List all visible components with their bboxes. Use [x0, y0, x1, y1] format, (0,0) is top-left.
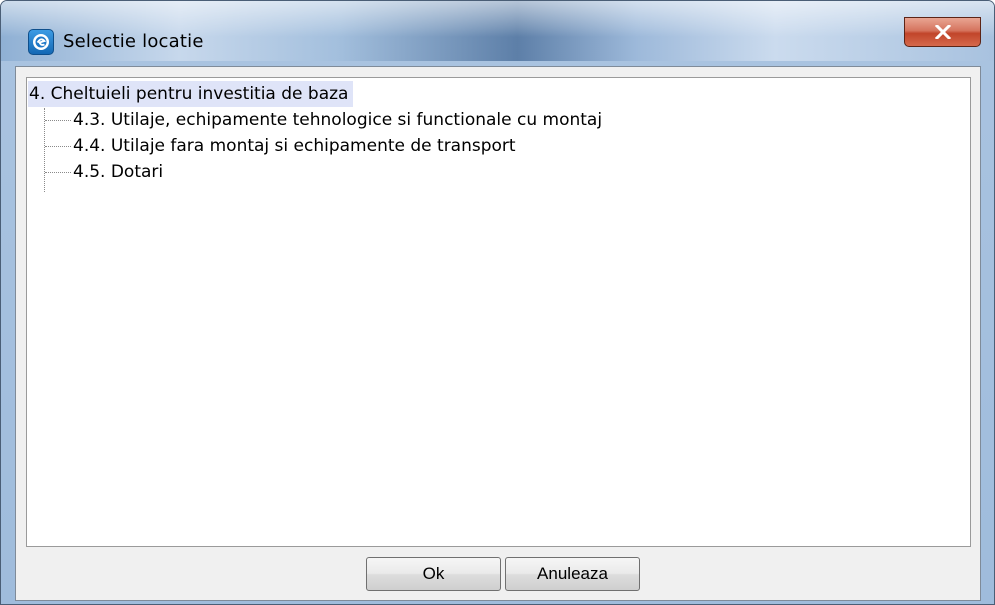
tree-node-root[interactable]: 4. Cheltuieli pentru investitia de baza — [28, 81, 354, 107]
dialog-body: 4. Cheltuieli pentru investitia de baza … — [15, 66, 981, 601]
dialog-window: Selectie locatie 4. Cheltuieli pentru in… — [0, 0, 995, 605]
tree-connector-branch — [45, 120, 71, 121]
window-title: Selectie locatie — [63, 31, 204, 52]
ok-button[interactable]: Ok — [366, 557, 501, 591]
tree-connector-branch — [45, 172, 71, 173]
tree-node-child[interactable]: 4.4. Utilaje fara montaj si echipamente … — [73, 133, 516, 159]
cancel-button[interactable]: Anuleaza — [505, 557, 640, 591]
tree-connector-branch — [45, 146, 71, 147]
location-tree[interactable]: 4. Cheltuieli pentru investitia de baza … — [26, 77, 971, 547]
tree-node-child[interactable]: 4.3. Utilaje, echipamente tehnologice si… — [73, 107, 602, 133]
button-bar: Ok Anuleaza — [26, 547, 971, 592]
close-button[interactable] — [904, 17, 981, 47]
tree-node-child[interactable]: 4.5. Dotari — [73, 159, 163, 185]
title-bar[interactable]: Selectie locatie — [1, 1, 994, 61]
close-icon — [935, 25, 951, 39]
app-logo-icon — [28, 29, 54, 55]
